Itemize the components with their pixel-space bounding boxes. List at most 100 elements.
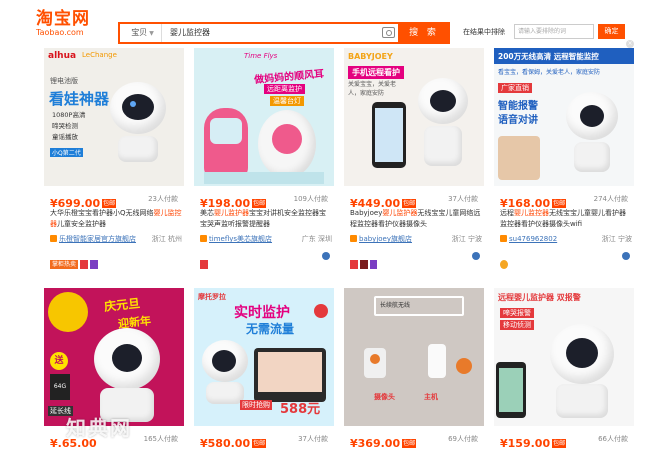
price-row: ¥168.00 包邮 274人付款 bbox=[500, 192, 628, 210]
buyers-count: 37人付款 bbox=[298, 435, 328, 443]
tmall-icon[interactable] bbox=[200, 260, 208, 269]
search-scope-label: 宝贝 bbox=[131, 28, 148, 37]
product-image[interactable]: 远程婴儿监护器 双报警 啼哭报警 移动侦测 bbox=[494, 288, 634, 426]
product-image[interactable]: Time Flys 做妈妈的顺风耳 远距离监护 温馨台灯 bbox=[194, 48, 334, 186]
product-image[interactable]: 庆元旦 迎新年 送 64G 延长线 bbox=[44, 288, 184, 426]
gold-seller-icon[interactable] bbox=[369, 260, 378, 269]
shop-row: su476962802 浙江 宁波 bbox=[500, 233, 632, 245]
close-icon[interactable]: × bbox=[626, 40, 634, 48]
product-card[interactable]: BABYJOEY 手机远程看护 关爱宝宝，关爱老人，家庭安防 ¥449.00 包邮… bbox=[344, 48, 484, 274]
product-title[interactable]: 大华乐橙宝宝看护器小Q无线网络婴儿监控器儿童安全监护器 bbox=[50, 208, 182, 230]
shop-link[interactable]: su476962802 bbox=[509, 235, 557, 243]
title-part: 远程 bbox=[500, 209, 514, 217]
hot-seller-badge[interactable]: 掌柜热卖 bbox=[50, 260, 79, 269]
product-image[interactable]: alhua LeChange 锂电池版 看娃神器 1080P高清 啼哭检测 童谣… bbox=[44, 48, 184, 186]
product-title[interactable]: Babyjoey婴儿监护器无线宝宝儿童网络远程监控器看护仪器摄像头 bbox=[350, 208, 482, 230]
gift-badge: 送 bbox=[50, 352, 68, 370]
baby-photo bbox=[498, 136, 540, 180]
confirm-button[interactable]: 确定 bbox=[598, 24, 625, 39]
title-highlight: 婴儿监控器 bbox=[514, 209, 549, 217]
product-card[interactable]: alhua LeChange 锂电池版 看娃神器 1080P高清 啼哭检测 童谣… bbox=[44, 48, 184, 274]
search-scope-select[interactable]: 宝贝 ▼ bbox=[124, 24, 162, 42]
shop-link[interactable]: timeflys美芯旗舰店 bbox=[209, 235, 272, 243]
buyers-count: 66人付款 bbox=[598, 435, 628, 443]
search-input[interactable]: 婴儿监控器 bbox=[170, 24, 375, 42]
badge-row: 掌柜热卖 bbox=[50, 251, 182, 269]
product-image[interactable]: BABYJOEY 手机远程看护 关爱宝宝，关爱老人，家庭安防 bbox=[344, 48, 484, 186]
crown-icon[interactable] bbox=[500, 260, 508, 269]
image-headline: 实时监护 bbox=[234, 305, 290, 321]
camera-lens bbox=[122, 94, 154, 120]
feature-item: 1080P高清 bbox=[52, 111, 86, 119]
image-label: 主机 bbox=[424, 393, 438, 401]
feature-item: 智能报警 bbox=[498, 101, 538, 112]
shop-row: timeflys美芯旗舰店 广东 深圳 bbox=[200, 233, 332, 245]
wangwang-icon[interactable] bbox=[622, 252, 630, 260]
shop-link[interactable]: 乐橙智能家居官方旗舰店 bbox=[59, 235, 136, 243]
buyers-count: 274人付款 bbox=[593, 195, 628, 203]
title-part: Babyjoey bbox=[350, 209, 383, 217]
product-card[interactable]: 200万无线高清 远程智能监控 看宝宝，看保姆，关爱老人，家庭安防 广家直销 智… bbox=[494, 48, 634, 274]
image-headline: 庆元旦 bbox=[103, 296, 141, 314]
product-card[interactable]: 长续航无线 摄像头 主机 ¥369.00 包邮 69人付款 bbox=[344, 288, 484, 457]
tmall-icon[interactable] bbox=[350, 260, 358, 269]
image-subtitle: 关爱宝宝，关爱老人，家庭安防 bbox=[348, 81, 397, 97]
buyers-count: 109人付款 bbox=[293, 195, 328, 203]
product-image[interactable]: 摩托罗拉 实时监护 无需流量 限时抢购 588元 bbox=[194, 288, 334, 426]
shop-icon bbox=[500, 235, 507, 242]
taobao-logo[interactable]: 淘宝网 Taobao.com bbox=[36, 10, 106, 40]
search-button[interactable]: 搜 索 bbox=[398, 22, 450, 44]
free-shipping-badge: 包邮 bbox=[552, 439, 567, 448]
camera-icon[interactable] bbox=[382, 27, 395, 38]
free-shipping-badge: 包邮 bbox=[402, 199, 417, 208]
product-title[interactable]: 远程婴儿监控器无线宝宝儿童婴儿看护器监控器看护仪器摄像头wifi bbox=[500, 208, 632, 230]
title-part: 儿童安全监护器 bbox=[57, 220, 106, 228]
shop-row: babyjoey旗舰店 浙江 宁波 bbox=[350, 233, 482, 245]
brand-logo: alhua bbox=[48, 51, 77, 61]
product-title[interactable]: 美芯婴儿监护器宝宝对讲机安全监控器宝宝哭声监听报警提醒器 bbox=[200, 208, 332, 230]
free-shipping-badge: 包邮 bbox=[252, 439, 267, 448]
shop-icon bbox=[350, 235, 357, 242]
image-headline: 做妈妈的顺风耳 bbox=[253, 68, 325, 87]
product-card[interactable]: 远程婴儿监护器 双报警 啼哭报警 移动侦测 ¥159.00 包邮 66人付款 bbox=[494, 288, 634, 457]
robot-visor bbox=[430, 90, 456, 112]
location: 广东 深圳 bbox=[301, 235, 332, 243]
price: ¥369.00 bbox=[350, 437, 401, 450]
product-card[interactable]: 摩托罗拉 实时监护 无需流量 限时抢购 588元 ¥580.00 包邮 37人付款 bbox=[194, 288, 334, 457]
wangwang-icon[interactable] bbox=[472, 252, 480, 260]
image-label: 摄像头 bbox=[374, 393, 395, 401]
image-headline: 手机远程看护 bbox=[348, 66, 404, 79]
camera-lens bbox=[212, 350, 236, 372]
in-result-label: 在结果中排除 bbox=[463, 28, 505, 36]
image-subtitle: 无需流量 bbox=[246, 322, 295, 336]
exclude-input[interactable]: 请输入要排除的词 bbox=[514, 24, 594, 39]
shop-link[interactable]: babyjoey旗舰店 bbox=[359, 235, 412, 243]
product-card[interactable]: Time Flys 做妈妈的顺风耳 远距离监护 温馨台灯 ¥198.00 包邮 1… bbox=[194, 48, 334, 274]
member-icon[interactable] bbox=[89, 260, 98, 269]
free-shipping-badge: 包邮 bbox=[252, 199, 267, 208]
price-row: ¥369.00 包邮 69人付款 bbox=[350, 432, 478, 450]
search-bar: 宝贝 ▼ 婴儿监控器 搜 索 bbox=[118, 22, 450, 44]
wangwang-icon[interactable] bbox=[322, 252, 330, 260]
free-shipping-badge: 包邮 bbox=[102, 199, 117, 208]
location: 浙江 宁波 bbox=[451, 235, 482, 243]
buyers-count: 69人付款 bbox=[448, 435, 478, 443]
logo-text-cn: 淘宝网 bbox=[36, 9, 90, 29]
price-row: ¥699.00 包邮 23人付款 bbox=[50, 192, 178, 210]
image-features: 智能报警 语音对讲 bbox=[498, 100, 538, 128]
image-subtitle: 看宝宝，看保姆，关爱老人，家庭安防 bbox=[498, 69, 601, 76]
shop-row: 乐橙智能家居官方旗舰店 浙江 杭州 bbox=[50, 233, 182, 245]
product-image[interactable]: 200万无线高清 远程智能监控 看宝宝，看保姆，关爱老人，家庭安防 广家直销 智… bbox=[494, 48, 634, 186]
camera-base bbox=[556, 384, 608, 418]
member-icon[interactable] bbox=[359, 260, 368, 269]
logo-text-en: Taobao.com bbox=[36, 28, 84, 37]
tmall-icon[interactable] bbox=[80, 260, 88, 269]
badge-row bbox=[500, 251, 632, 269]
product-image[interactable]: 长续航无线 摄像头 主机 bbox=[344, 288, 484, 426]
camera-lens bbox=[112, 344, 142, 372]
price-row: ¥198.00 包邮 109人付款 bbox=[200, 192, 328, 210]
parent-unit bbox=[428, 344, 446, 378]
price-row: ¥159.00 包邮 66人付款 bbox=[500, 432, 628, 450]
sd-card: 64G bbox=[50, 374, 70, 400]
price: ¥580.00 bbox=[200, 437, 251, 450]
